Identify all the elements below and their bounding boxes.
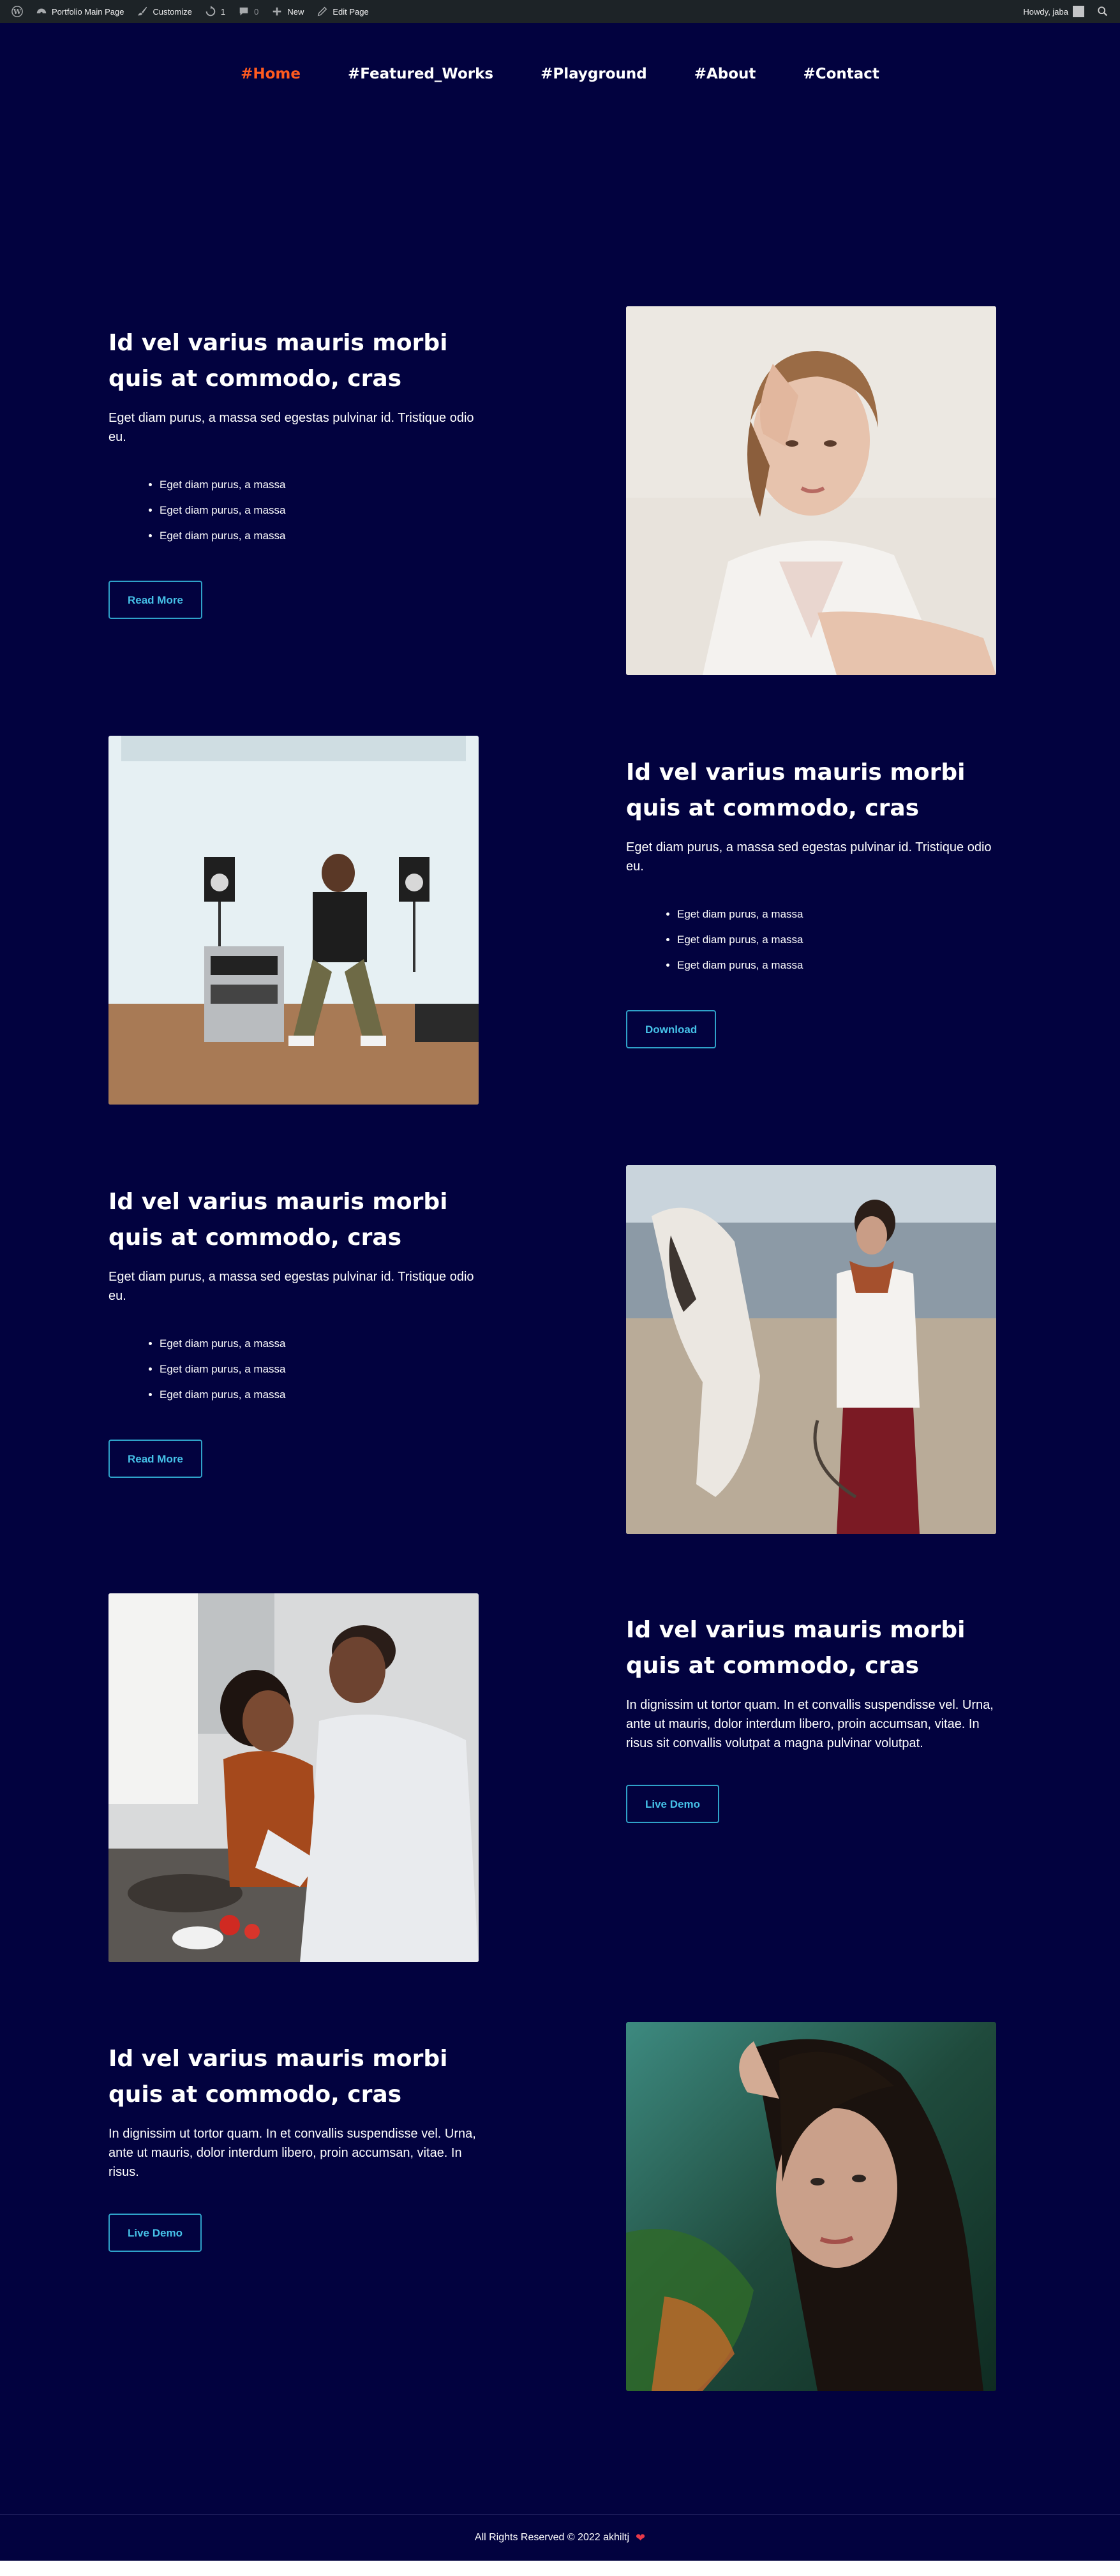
main-navigation: #Home #Featured_Works #Playground #About… (0, 23, 1120, 125)
portfolio-section-2: Id vel varius mauris morbi quis at commo… (0, 736, 1120, 1106)
comments-link[interactable]: 0 (232, 0, 265, 23)
wordpress-logo-button[interactable]: W (5, 0, 29, 23)
section-body: Eget diam purus, a massa sed egestas pul… (626, 840, 992, 874)
list-item: Eget diam purus, a massa (677, 953, 1009, 978)
portfolio-section-5: Id vel varius mauris morbi quis at commo… (0, 2022, 1120, 2392)
nav-about[interactable]: #About (694, 66, 756, 82)
read-more-button[interactable]: Read More (108, 581, 202, 619)
customize-link[interactable]: Customize (130, 0, 198, 23)
search-button[interactable] (1091, 0, 1115, 23)
brush-icon (138, 6, 147, 16)
svg-text:W: W (13, 8, 22, 16)
section-body: In dignissim ut tortor quam. In et conva… (626, 1698, 994, 1750)
read-more-button[interactable]: Read More (108, 1440, 202, 1478)
section-body: In dignissim ut tortor quam. In et conva… (108, 2127, 476, 2179)
comment-icon (239, 7, 248, 16)
section-text: Id vel varius mauris morbi quis at commo… (626, 1612, 1009, 1823)
list-item: Eget diam purus, a massa (160, 1357, 491, 1382)
portfolio-section-4: Id vel varius mauris morbi quis at commo… (0, 1593, 1120, 1963)
section-heading: Id vel varius mauris morbi quis at commo… (108, 1189, 448, 1251)
dashboard-icon (36, 8, 47, 15)
portfolio-image-woman-with-horse (626, 1165, 996, 1534)
list-item: Eget diam purus, a massa (160, 498, 491, 523)
section-text: Id vel varius mauris morbi quis at commo… (108, 2041, 491, 2252)
portfolio-section-1: Id vel varius mauris morbi quis at commo… (0, 306, 1120, 676)
site-name-link[interactable]: Portfolio Main Page (29, 0, 130, 23)
portfolio-section-3: Id vel varius mauris morbi quis at commo… (0, 1165, 1120, 1535)
list-item: Eget diam purus, a massa (677, 902, 1009, 927)
section-heading: Id vel varius mauris morbi quis at commo… (626, 1617, 966, 1679)
live-demo-button[interactable]: Live Demo (626, 1785, 719, 1823)
live-demo-button[interactable]: Live Demo (108, 2214, 202, 2252)
nav-contact[interactable]: #Contact (803, 66, 879, 82)
customize-label: Customize (153, 6, 192, 17)
page-bottom-strip (0, 2561, 1120, 2576)
site-footer: All Rights Reserved © 2022 akhiltj ❤ (0, 2515, 1120, 2561)
updates-count: 1 (220, 6, 226, 17)
section-text: Id vel varius mauris morbi quis at commo… (108, 325, 491, 619)
wordpress-icon: W (11, 6, 23, 17)
list-item: Eget diam purus, a massa (160, 472, 491, 498)
portfolio-image-music-studio (108, 736, 479, 1105)
portfolio-image-woman-portrait (626, 2022, 996, 2391)
section-heading: Id vel varius mauris morbi quis at commo… (108, 2046, 448, 2108)
list-item: Eget diam purus, a massa (160, 1382, 491, 1408)
account-menu[interactable]: Howdy, jaba (1017, 0, 1091, 23)
wp-admin-bar: W Portfolio Main Page Customize 1 0 New … (0, 0, 1120, 23)
admin-bar-left: W Portfolio Main Page Customize 1 0 New … (5, 0, 375, 23)
section-heading: Id vel varius mauris morbi quis at commo… (626, 759, 966, 821)
admin-bar-right: Howdy, jaba (1017, 0, 1115, 23)
heart-icon: ❤ (636, 2531, 646, 2544)
download-button[interactable]: Download (626, 1010, 717, 1048)
section-body: Eget diam purus, a massa sed egestas pul… (108, 411, 474, 444)
updates-link[interactable]: 1 (198, 0, 232, 23)
section-heading: Id vel varius mauris morbi quis at commo… (108, 330, 448, 392)
feature-list: Eget diam purus, a massa Eget diam purus… (160, 472, 491, 549)
feature-list: Eget diam purus, a massa Eget diam purus… (677, 902, 1009, 978)
edit-page-link[interactable]: Edit Page (310, 0, 375, 23)
comments-count: 0 (254, 6, 259, 17)
new-label: New (287, 6, 304, 17)
nav-home[interactable]: #Home (241, 66, 301, 82)
portfolio-image-woman-white-shirt (626, 306, 996, 675)
nav-featured-works[interactable]: #Featured_Works (348, 66, 493, 82)
section-body: Eget diam purus, a massa sed egestas pul… (108, 1270, 474, 1303)
plus-icon (273, 7, 281, 16)
nav-playground[interactable]: #Playground (541, 66, 647, 82)
section-text: Id vel varius mauris morbi quis at commo… (626, 755, 1009, 1048)
list-item: Eget diam purus, a massa (160, 1331, 491, 1357)
new-content-link[interactable]: New (265, 0, 310, 23)
updates-icon (205, 6, 216, 17)
pencil-icon (318, 6, 327, 17)
list-item: Eget diam purus, a massa (160, 523, 491, 549)
list-item: Eget diam purus, a massa (677, 927, 1009, 953)
copyright-text: All Rights Reserved © 2022 akhiltj (474, 2532, 630, 2543)
avatar (1073, 6, 1084, 17)
feature-list: Eget diam purus, a massa Eget diam purus… (160, 1331, 491, 1408)
search-icon (1098, 6, 1108, 17)
portfolio-image-couple-cooking (108, 1593, 479, 1962)
section-text: Id vel varius mauris morbi quis at commo… (108, 1184, 491, 1478)
greeting: Howdy, jaba (1023, 6, 1068, 17)
site-name: Portfolio Main Page (52, 6, 124, 17)
edit-page-label: Edit Page (332, 6, 369, 17)
